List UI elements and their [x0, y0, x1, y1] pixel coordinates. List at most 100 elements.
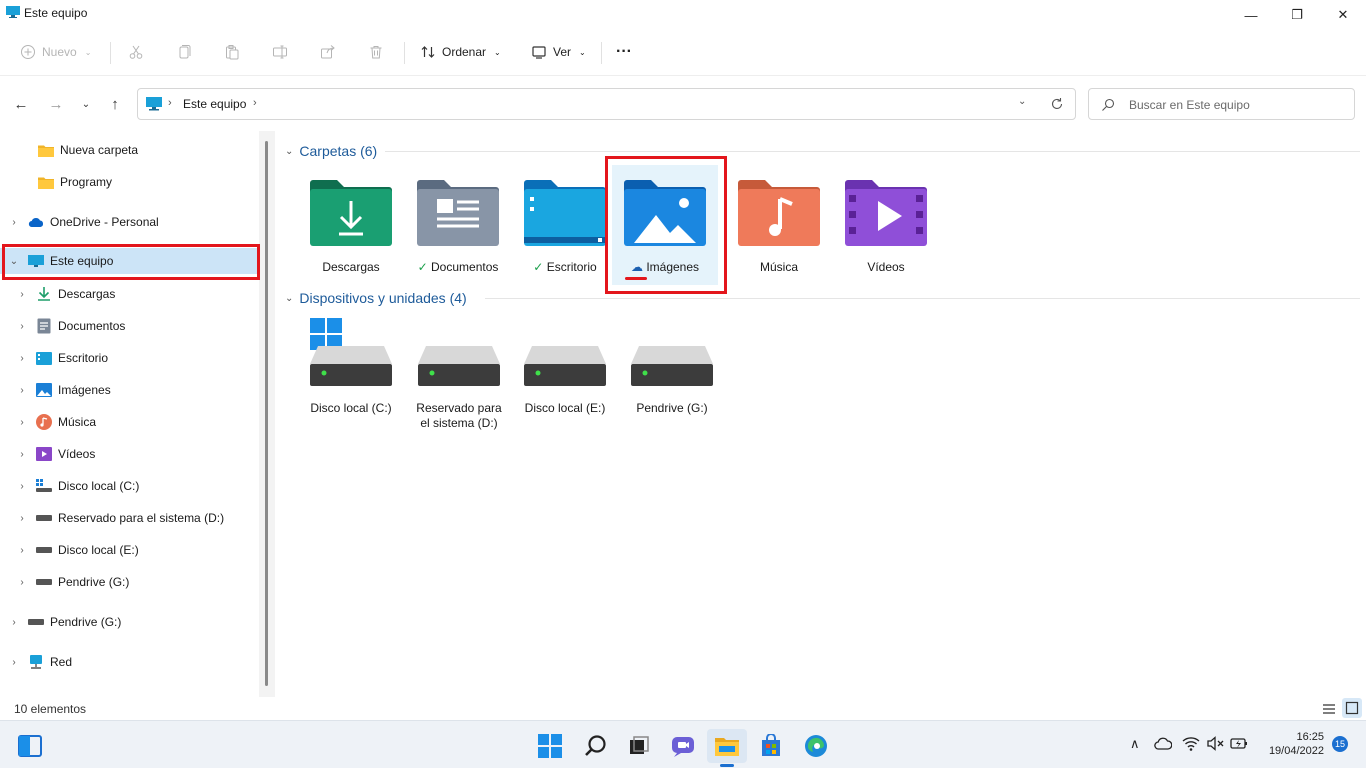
nav-label: Este equipo	[50, 254, 114, 268]
battery-charging-icon[interactable]	[1230, 737, 1248, 750]
search-taskbar-button[interactable]	[576, 729, 616, 763]
nav-item-programy[interactable]: Programy	[0, 169, 258, 195]
store-icon	[762, 734, 780, 756]
nav-item-este-equipo[interactable]: ⌄ Este equipo	[0, 248, 258, 274]
forward-button[interactable]: →	[45, 93, 67, 115]
search-icon	[1102, 98, 1115, 111]
nav-item-onedrive[interactable]: › OneDrive - Personal	[0, 209, 258, 235]
paste-icon	[226, 45, 239, 60]
volume-muted-icon[interactable]	[1206, 736, 1224, 751]
folder-label-row: ☁ Imágenes	[612, 260, 718, 275]
notification-badge[interactable]: 15	[1332, 736, 1348, 752]
nav-item-imagenes[interactable]: › Imágenes	[0, 377, 258, 403]
nav-item-nueva-carpeta[interactable]: Nueva carpeta	[0, 137, 258, 163]
sort-button[interactable]: Ordenar ⌄	[420, 38, 501, 66]
chevron-down-icon: ⌄	[579, 47, 586, 57]
chevron-down-icon[interactable]: ⌄	[8, 256, 20, 267]
nav-scrollbar[interactable]	[259, 131, 275, 697]
devices-group-header[interactable]: ⌄ Dispositivos y unidades (4)	[285, 290, 467, 306]
refresh-icon[interactable]	[1050, 97, 1064, 111]
item-count: 10 elementos	[14, 702, 87, 716]
nav-item-documentos[interactable]: › Documentos	[0, 313, 258, 339]
folders-group-header[interactable]: ⌄ Carpetas (6)	[285, 143, 377, 159]
nav-item-pendrive-g[interactable]: › Pendrive (G:)	[0, 569, 258, 595]
cut-button[interactable]	[128, 38, 144, 66]
chevron-right-icon[interactable]: ›	[16, 449, 28, 460]
delete-button[interactable]	[368, 38, 384, 66]
edge-button[interactable]	[796, 729, 836, 763]
nav-item-escritorio[interactable]: › Escritorio	[0, 345, 258, 371]
clock[interactable]: 16:25 19/04/2022	[1256, 730, 1324, 758]
chevron-right-icon[interactable]: ›	[16, 481, 28, 492]
divider	[601, 42, 602, 64]
close-button[interactable]: ✕	[1320, 0, 1366, 30]
copy-button[interactable]	[176, 38, 192, 66]
nav-item-pendrive-g-root[interactable]: › Pendrive (G:)	[0, 609, 258, 635]
details-view-icon[interactable]	[1322, 702, 1336, 716]
minimize-button[interactable]: —	[1228, 0, 1274, 30]
view-button[interactable]: Ver ⌄	[531, 38, 586, 66]
nav-item-disco-e[interactable]: › Disco local (E:)	[0, 537, 258, 563]
chevron-right-icon[interactable]: ›	[8, 217, 20, 228]
maximize-button[interactable]: ❐	[1274, 0, 1320, 30]
folder-escritorio[interactable]: ✓ Escritorio	[512, 179, 618, 275]
show-desktop-button[interactable]	[10, 729, 50, 763]
folder-descargas[interactable]: Descargas	[298, 179, 404, 275]
tiles-view-button[interactable]	[1342, 698, 1362, 718]
scissors-icon	[129, 45, 143, 59]
store-button[interactable]	[751, 729, 791, 763]
new-button[interactable]: Nuevo ⌄	[20, 38, 91, 66]
pictures-icon	[36, 382, 52, 398]
folder-imagenes[interactable]: ☁ Imágenes	[612, 165, 718, 285]
nav-item-descargas[interactable]: › Descargas	[0, 281, 258, 307]
more-options-button[interactable]: ···	[616, 38, 632, 66]
teams-chat-button[interactable]	[663, 729, 703, 763]
search-input[interactable]: Buscar en Este equipo	[1088, 88, 1355, 120]
file-explorer-taskbar-button[interactable]	[707, 729, 747, 767]
task-view-button[interactable]	[619, 729, 659, 763]
share-button[interactable]	[320, 38, 336, 66]
breadcrumb-chevron-icon[interactable]: ›	[253, 97, 257, 109]
address-bar[interactable]: › Este equipo › ⌄	[137, 88, 1076, 120]
folder-documentos[interactable]: ✓ Documentos	[405, 179, 511, 275]
chevron-right-icon[interactable]: ›	[16, 385, 28, 396]
nav-item-musica[interactable]: › Música	[0, 409, 258, 435]
divider	[110, 42, 111, 64]
drive-d[interactable]: Reservado para el sistema (D:)	[405, 318, 513, 431]
start-button[interactable]	[530, 729, 570, 763]
onedrive-tray-icon[interactable]	[1154, 737, 1172, 751]
chevron-right-icon[interactable]: ›	[8, 657, 20, 668]
rename-button[interactable]	[272, 38, 288, 66]
show-hidden-icons-button[interactable]: ∧	[1130, 736, 1140, 752]
nav-item-disco-c[interactable]: › Disco local (C:)	[0, 473, 258, 499]
paste-button[interactable]	[224, 38, 240, 66]
up-button[interactable]: ↑	[104, 93, 126, 115]
scrollbar-thumb[interactable]	[265, 141, 268, 686]
chevron-right-icon[interactable]: ›	[16, 513, 28, 524]
back-button[interactable]: ←	[10, 93, 32, 115]
address-history-chevron-icon[interactable]: ⌄	[1018, 96, 1026, 107]
nav-item-reservado-d[interactable]: › Reservado para el sistema (D:)	[0, 505, 258, 531]
wifi-icon[interactable]	[1182, 736, 1200, 751]
recent-locations-button[interactable]: ⌄	[75, 93, 97, 115]
videos-icon	[36, 446, 52, 462]
chevron-right-icon[interactable]: ›	[8, 617, 20, 628]
folder-musica[interactable]: Música	[726, 179, 832, 275]
chevron-right-icon[interactable]: ›	[16, 353, 28, 364]
search-placeholder: Buscar en Este equipo	[1129, 98, 1250, 112]
drive-g[interactable]: Pendrive (G:)	[619, 318, 725, 416]
drive-e[interactable]: Disco local (E:)	[512, 318, 618, 416]
folder-label: Documentos	[431, 260, 499, 274]
chevron-right-icon[interactable]: ›	[16, 289, 28, 300]
drive-c[interactable]: Disco local (C:)	[298, 318, 404, 416]
desktop-icon	[36, 350, 52, 366]
folder-videos[interactable]: Vídeos	[833, 179, 939, 275]
chevron-right-icon[interactable]: ›	[16, 577, 28, 588]
rename-icon	[273, 45, 287, 59]
chevron-right-icon[interactable]: ›	[16, 321, 28, 332]
nav-item-videos[interactable]: › Vídeos	[0, 441, 258, 467]
chevron-right-icon[interactable]: ›	[16, 545, 28, 556]
nav-item-red[interactable]: › Red	[0, 649, 258, 675]
chevron-right-icon[interactable]: ›	[16, 417, 28, 428]
breadcrumb-este-equipo[interactable]: Este equipo	[183, 97, 246, 111]
